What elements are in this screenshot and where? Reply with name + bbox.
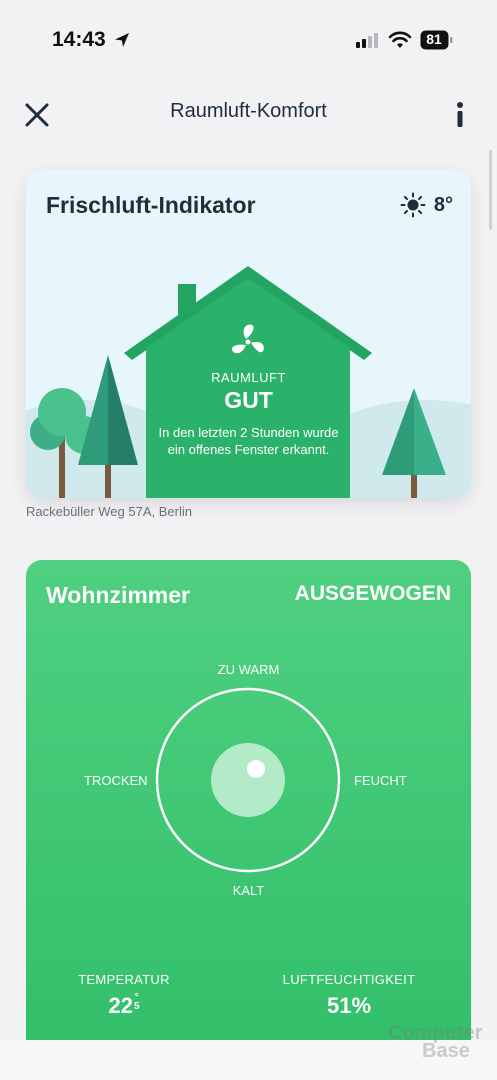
humidity-label: LUFTFEUCHTIGKEIT	[282, 972, 416, 987]
axis-label-too-warm: ZU WARM	[217, 662, 280, 677]
humidity-value: 51%	[326, 993, 372, 1018]
air-quality-status: RAUMLUFT GUT In den letzten 2 Stunden wu…	[146, 370, 351, 458]
air-quality-value: GUT	[224, 387, 273, 413]
page-title: Raumluft-Komfort	[170, 100, 327, 122]
temperature-fraction: ° 5	[133, 993, 140, 1012]
humidity-metric: LUFTFEUCHTIGKEIT 51%	[274, 972, 424, 1019]
comfort-dial	[155, 687, 341, 873]
status-bar: 14:43 81	[0, 0, 497, 80]
cellular-signal-icon	[356, 32, 378, 48]
fresh-air-title: Frischluft-Indikator	[46, 192, 256, 218]
temperature-integer: 22	[108, 993, 133, 1018]
fresh-air-card[interactable]: Frischluft-Indikator 8° RAUMLUFT GUT In …	[26, 170, 471, 498]
info-icon[interactable]	[452, 100, 468, 128]
wifi-icon	[388, 31, 412, 48]
watermark-line-2: Base	[422, 1040, 470, 1062]
room-comfort-card[interactable]: Wohnzimmer AUSGEWOGEN ZU WARM KALT TROCK…	[26, 560, 471, 1040]
battery-level: 81	[426, 31, 442, 47]
temperature-metric: TEMPERATUR 22 ° 5	[64, 972, 184, 1019]
comfort-zone	[211, 743, 285, 817]
air-quality-description: In den letzten 2 Stunden wurde ein offen…	[158, 425, 339, 457]
axis-label-humid: FEUCHT	[354, 773, 407, 788]
scrollbar[interactable]	[489, 150, 492, 230]
sun-icon	[400, 192, 426, 218]
watermark-logo: Computer Base	[388, 1023, 482, 1062]
outside-weather: 8°	[400, 192, 453, 218]
location-address: Rackebüller Weg 57A, Berlin	[26, 504, 192, 519]
temperature-value: 22 ° 5	[64, 993, 184, 1019]
air-quality-label: RAUMLUFT	[211, 370, 286, 385]
temperature-label: TEMPERATUR	[78, 972, 170, 987]
status-time: 14:43	[52, 28, 106, 51]
axis-label-cold: KALT	[232, 883, 265, 898]
temperature-decimal: 5	[133, 1001, 140, 1012]
axis-label-dry: TROCKEN	[84, 773, 148, 788]
outside-temperature: 8°	[433, 193, 453, 216]
location-arrow-icon	[115, 33, 129, 47]
comfort-indicator-dot	[247, 760, 265, 778]
nav-header: Raumluft-Komfort	[0, 86, 497, 136]
